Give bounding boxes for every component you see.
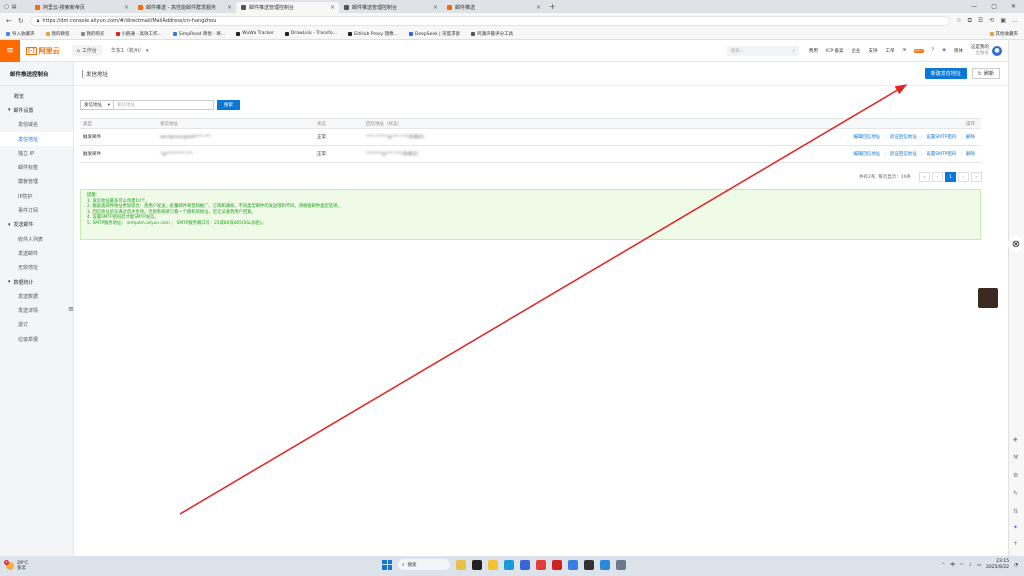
game-app-icon[interactable] xyxy=(600,559,610,570)
windows-taskbar: 1 29°C 多云 ⌕ 搜索 ⌃ 中 ◠ ♪ ▭ 23:15 2025/8/22 ◔ xyxy=(0,556,1024,576)
search-icon: ⌕ xyxy=(402,562,405,568)
files-app-icon[interactable] xyxy=(456,559,466,570)
wifi-icon[interactable]: ◠ xyxy=(960,563,964,568)
tray-chevron-icon[interactable]: ⌃ xyxy=(942,563,946,568)
terminal-app-icon[interactable] xyxy=(472,559,482,570)
vm-app-icon[interactable] xyxy=(584,559,594,570)
start-icon[interactable] xyxy=(382,559,392,570)
weather-icon: 1 xyxy=(4,560,14,570)
taskbar-apps: ⌕ 搜索 xyxy=(382,559,626,570)
store-app-icon[interactable] xyxy=(520,559,530,570)
weather-desc: 多云 xyxy=(17,566,26,571)
weather-alert-badge: 1 xyxy=(4,560,9,565)
annotation-arrow xyxy=(179,84,908,515)
clock[interactable]: 23:15 2025/8/22 xyxy=(986,559,1009,571)
arrow-line xyxy=(179,84,908,515)
edge-app-icon[interactable] xyxy=(504,559,514,570)
explorer-app-icon[interactable] xyxy=(488,559,498,570)
feather-app-icon[interactable] xyxy=(568,559,578,570)
wps-app-icon[interactable] xyxy=(536,559,546,570)
settings-app-icon[interactable] xyxy=(616,559,626,570)
taskbar-search[interactable]: ⌕ 搜索 xyxy=(398,559,450,570)
taskbar-search-label: 搜索 xyxy=(407,562,417,568)
ime-indicator[interactable]: 中 xyxy=(950,562,955,568)
office-app-icon[interactable] xyxy=(552,559,562,570)
notification-bell-icon[interactable]: ◔ xyxy=(1014,563,1018,568)
battery-icon[interactable]: ▭ xyxy=(977,563,981,568)
clock-date: 2025/8/22 xyxy=(985,565,1010,570)
volume-icon[interactable]: ♪ xyxy=(969,563,972,568)
weather-widget[interactable]: 1 29°C 多云 xyxy=(0,560,28,571)
system-tray: ⌃ 中 ◠ ♪ ▭ 23:15 2025/8/22 ◔ xyxy=(942,559,1018,571)
